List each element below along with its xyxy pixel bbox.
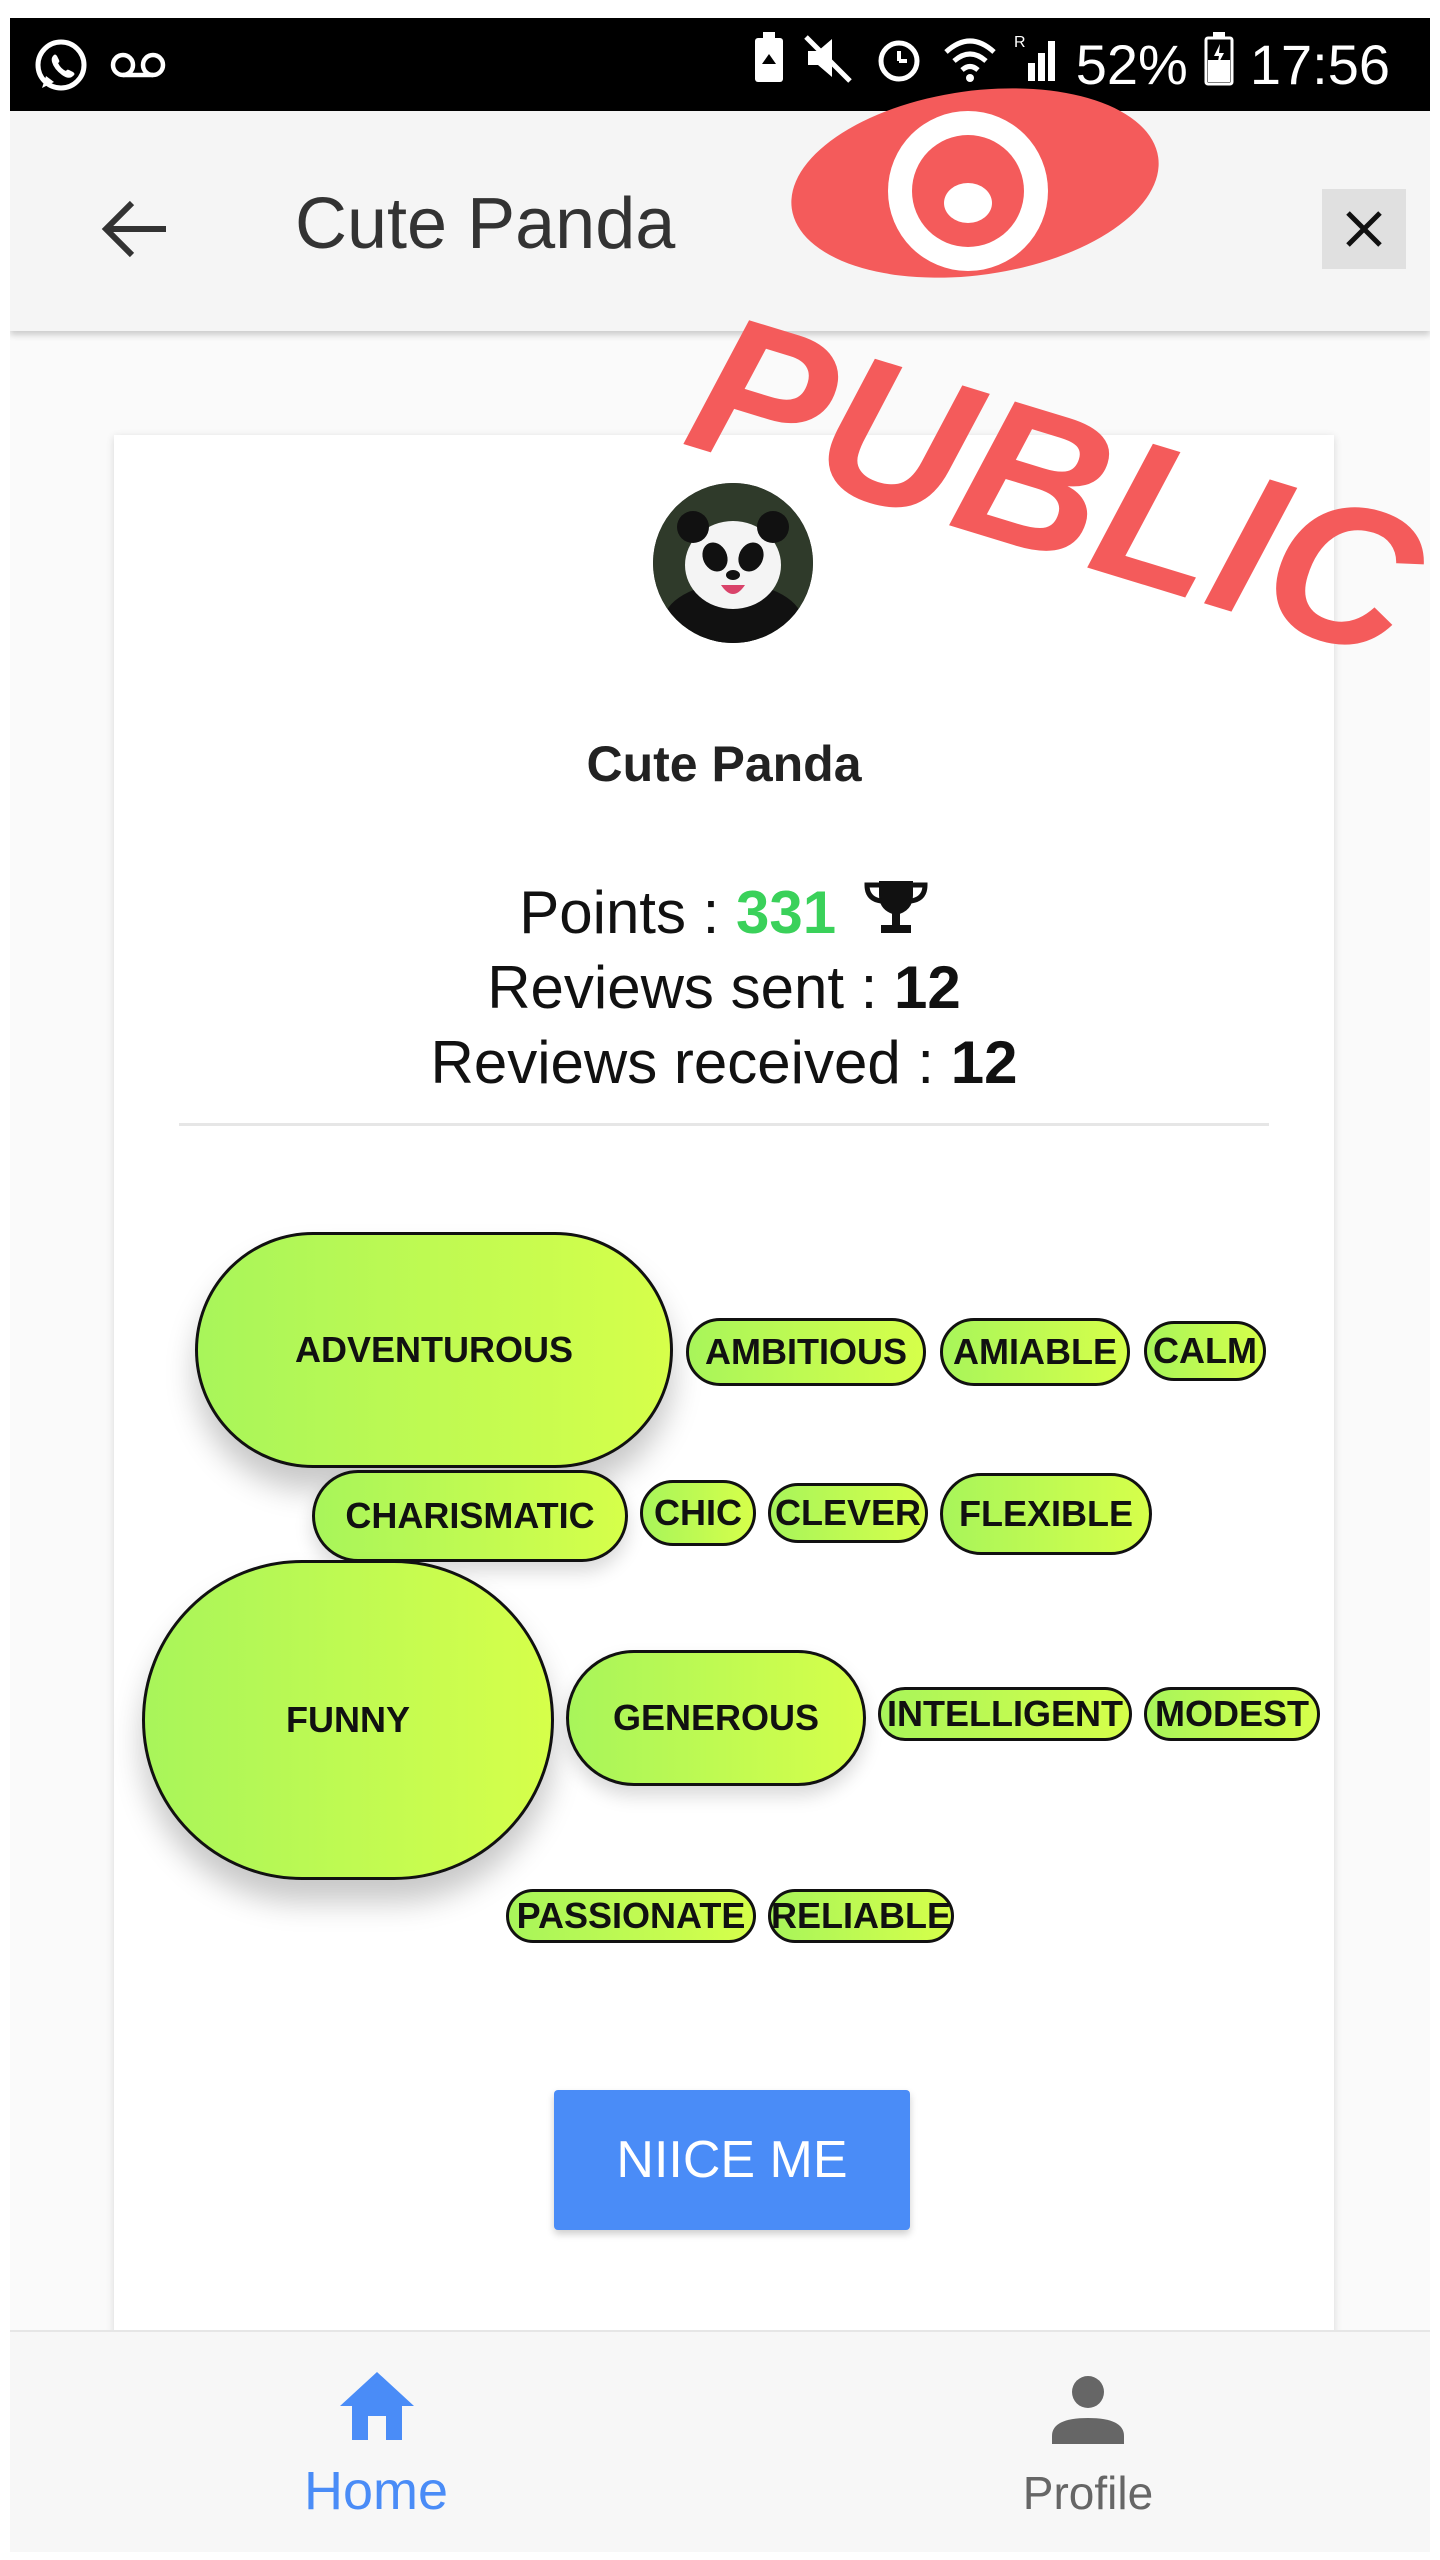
eye-icon [791,88,1159,278]
points-value: 331 [736,879,837,946]
nav-home[interactable]: Home [176,2332,576,2552]
profile-card: Cute Panda Points : 331 Reviews sent : 1… [114,435,1334,2552]
app-screen: R 52% 17:56 Cute Panda Cute Panda Points… [10,18,1430,2552]
tag-funny[interactable]: FUNNY [142,1560,554,1880]
trophy-icon [864,881,928,933]
person-icon [1052,2376,1124,2444]
nav-profile-label: Profile [1022,2467,1154,2519]
tag-flexible[interactable]: FLEXIBLE [940,1473,1152,1555]
tag-intelligent[interactable]: INTELLIGENT [878,1687,1132,1741]
nav-profile[interactable]: Profile [888,2332,1288,2552]
reviews-received-label: Reviews received : [430,1029,951,1096]
tag-charismatic[interactable]: CHARISMATIC [312,1470,628,1562]
tag-adventurous[interactable]: ADVENTUROUS [195,1232,673,1468]
reviews-sent-value: 12 [894,954,961,1021]
page-title: Cute Panda [295,184,676,264]
tag-clever[interactable]: CLEVER [768,1483,928,1543]
voicemail-icon [110,50,166,85]
reviews-sent-label: Reviews sent : [487,954,895,1021]
arrow-back-icon [101,200,166,258]
nav-home-label: Home [303,2461,449,2521]
reviews-received-row: Reviews received : 12 [114,1025,1334,1100]
tag-passionate[interactable]: PASSIONATE [506,1889,756,1943]
public-stamp: PUBLIC [667,88,1430,683]
reviews-sent-row: Reviews sent : 12 [114,950,1334,1025]
tag-modest[interactable]: MODEST [1144,1687,1320,1741]
divider [179,1123,1269,1126]
niice-me-button[interactable]: NIICE ME [554,2090,910,2230]
tag-calm[interactable]: CALM [1144,1321,1266,1381]
whatsapp-icon [34,38,88,97]
points-label: Points : [519,879,736,946]
profile-stats: Points : 331 Reviews sent : 12 Reviews r… [114,875,1334,1100]
profile-name: Cute Panda [586,736,862,792]
bottom-navigation: Home Profile [10,2330,1430,2552]
back-button[interactable] [96,189,176,269]
tag-generous[interactable]: GENEROUS [566,1650,866,1786]
tag-ambitious[interactable]: AMBITIOUS [686,1318,926,1386]
tag-amiable[interactable]: AMIABLE [940,1318,1130,1386]
tag-reliable[interactable]: RELIABLE [768,1889,954,1943]
svg-text:R: R [1014,34,1026,51]
home-icon [340,2372,414,2440]
tag-chic[interactable]: CHIC [640,1480,756,1546]
points-row: Points : 331 [114,875,1334,950]
reviews-received-value: 12 [950,1029,1018,1096]
public-stamp-text: PUBLIC [667,271,1430,683]
